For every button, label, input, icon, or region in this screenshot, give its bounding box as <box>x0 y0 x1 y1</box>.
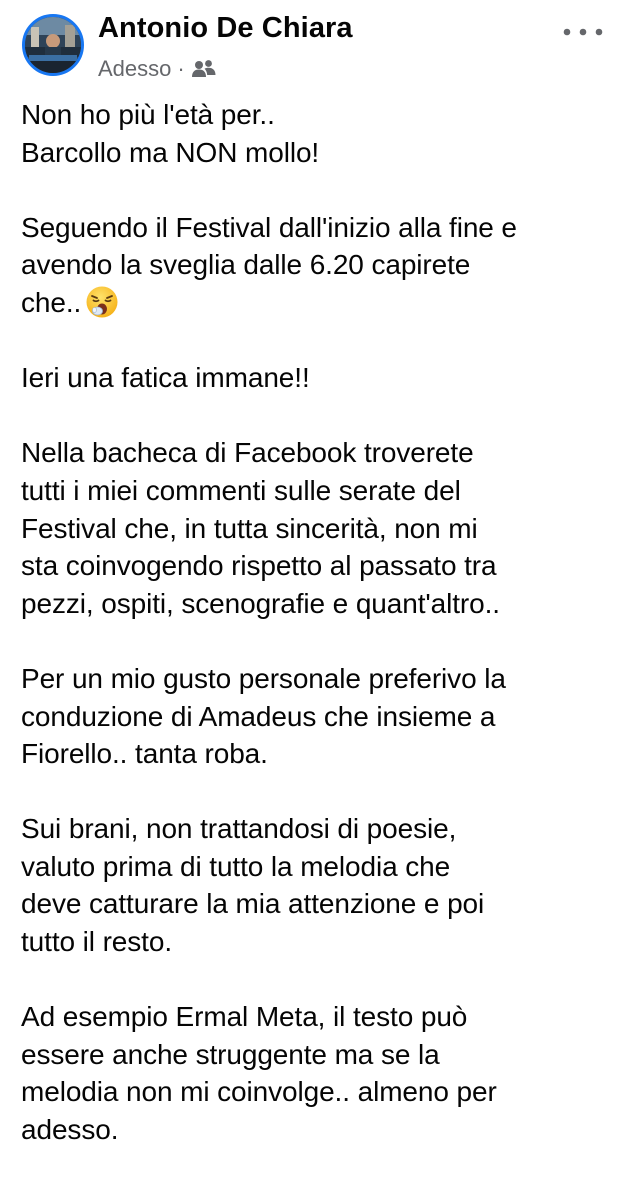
text-line: pezzi, ospiti, scenografie e quant'altro… <box>21 587 500 619</box>
text-line: Festival che, in tutta sincerità, non mi <box>21 512 478 544</box>
post-header: Antonio De Chiara Adesso · <box>0 0 622 92</box>
paragraph: Nella bacheca di Facebook troverete tutt… <box>21 434 611 622</box>
timestamp[interactable]: Adesso <box>98 56 171 82</box>
friends-icon[interactable] <box>191 58 217 80</box>
paragraph: Sui brani, non trattandosi di poesie, va… <box>21 810 611 960</box>
text-line: Sui brani, non trattandosi di poesie, <box>21 813 457 845</box>
post-meta: Adesso · <box>98 55 217 83</box>
meta-separator: · <box>177 56 185 81</box>
post-text: Non ho più l'età per.. Barcollo ma NON m… <box>21 96 611 1149</box>
text-line: Ad esempio Ermal Meta, il testo può <box>21 1001 468 1033</box>
more-horizontal-icon <box>563 28 603 36</box>
paragraph: Ieri una fatica immane!! <box>21 359 611 397</box>
text-line: Ieri una fatica immane!! <box>21 362 310 394</box>
paragraph: Seguendo il Festival dall'inizio alla fi… <box>21 209 611 322</box>
avatar[interactable] <box>22 14 84 76</box>
text-line: avendo la sveglia dalle 6.20 capirete <box>21 249 471 281</box>
paragraph: Non ho più l'età per.. Barcollo ma NON m… <box>21 96 611 171</box>
text-line: tutto il resto. <box>21 926 173 958</box>
paragraph: Ad esempio Ermal Meta, il testo può esse… <box>21 998 611 1148</box>
text-line: Nella bacheca di Facebook troverete <box>21 437 474 469</box>
yawning-face-emoji <box>85 285 119 319</box>
text-line: deve catturare la mia attenzione e poi <box>21 888 485 920</box>
author-name[interactable]: Antonio De Chiara <box>98 12 353 45</box>
more-options-button[interactable] <box>558 20 608 44</box>
text-line: Barcollo ma NON mollo! <box>21 136 320 168</box>
avatar-photo <box>25 17 81 73</box>
text-line: che.. <box>21 286 82 318</box>
text-line: melodia non mi coinvolge.. almeno per <box>21 1076 497 1108</box>
text-line: tutti i miei commenti sulle serate del <box>21 474 461 506</box>
text-line: Fiorello.. tanta roba. <box>21 738 268 770</box>
text-line: sta coinvogendo rispetto al passato tra <box>21 550 497 582</box>
text-line: adesso. <box>21 1114 119 1146</box>
paragraph: Per un mio gusto personale preferivo la … <box>21 660 611 773</box>
text-line: valuto prima di tutto la melodia che <box>21 850 451 882</box>
text-line: Seguendo il Festival dall'inizio alla fi… <box>21 211 517 243</box>
text-line: Per un mio gusto personale preferivo la <box>21 662 506 694</box>
text-line: essere anche struggente ma se la <box>21 1038 440 1070</box>
text-line: Non ho più l'età per.. <box>21 99 275 130</box>
text-line: conduzione di Amadeus che insieme a <box>21 700 496 732</box>
